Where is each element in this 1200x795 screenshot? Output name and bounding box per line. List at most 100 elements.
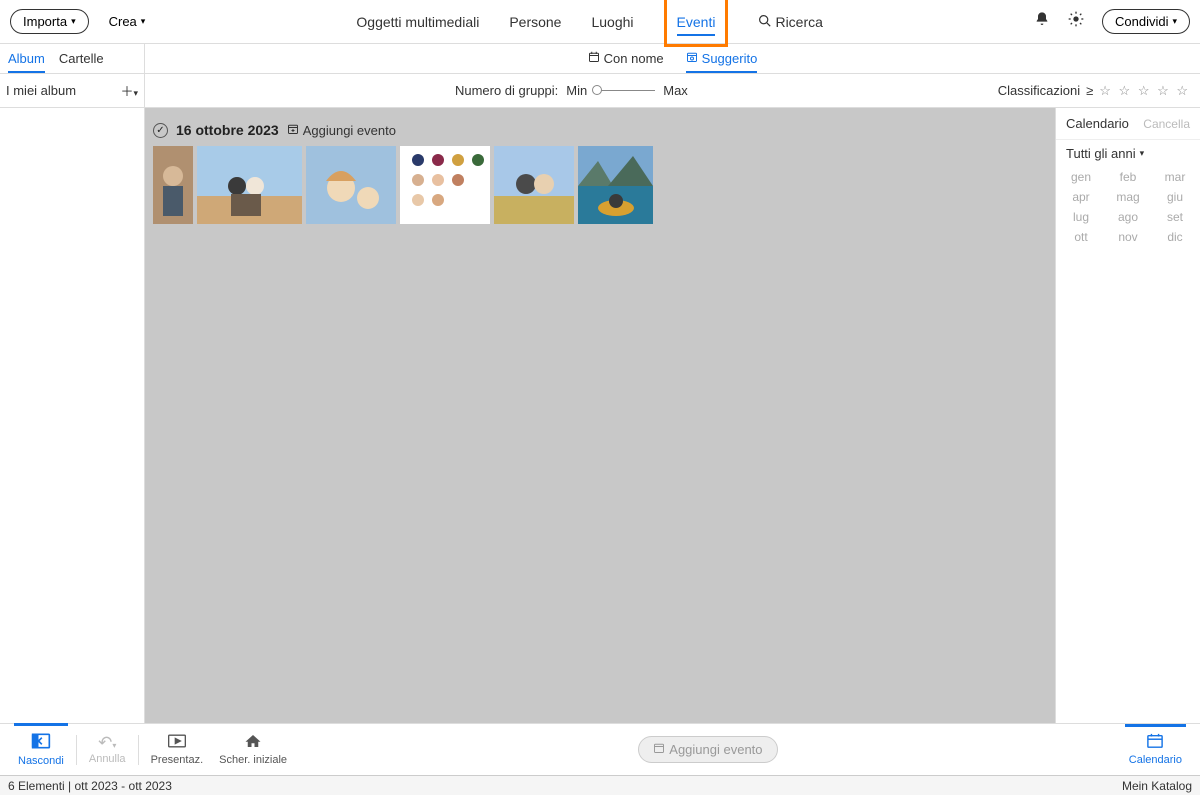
import-label: Importa: [23, 14, 67, 29]
thumbnail[interactable]: [494, 146, 574, 224]
home-label: Scher. iniziale: [219, 754, 287, 766]
month-cell[interactable]: nov: [1113, 230, 1143, 244]
hide-panel-button[interactable]: Nascondi: [10, 732, 72, 767]
slideshow-label: Presentaz.: [151, 754, 204, 766]
calendar-year-label: Tutti gli anni: [1066, 146, 1136, 161]
top-right: Condividi ▾: [1034, 9, 1190, 34]
slideshow-icon: [167, 733, 187, 752]
ratings-label: Classificazioni: [998, 83, 1080, 98]
sidebar-right: Calendario Cancella Tutti gli anni ▾ gen…: [1055, 108, 1200, 723]
tab-album[interactable]: Album: [8, 45, 45, 72]
month-cell[interactable]: ago: [1113, 210, 1143, 224]
undo-icon: ↶▾: [98, 734, 116, 751]
bell-icon[interactable]: [1034, 11, 1050, 32]
calendar-title: Calendario: [1066, 116, 1129, 131]
undo-label: Annulla: [89, 753, 126, 765]
calendar-icon: [588, 51, 600, 66]
divider: [138, 735, 139, 765]
add-event-link[interactable]: Aggiungi evento: [287, 123, 396, 138]
groups-label: Numero di gruppi:: [455, 83, 558, 98]
create-button[interactable]: Crea ▾: [109, 14, 146, 29]
import-button[interactable]: Importa ▾: [10, 9, 89, 34]
rating-stars[interactable]: ☆ ☆ ☆ ☆ ☆: [1099, 83, 1190, 99]
calendar-month-row: apr mag giu: [1066, 187, 1190, 207]
calendar-icon: [1146, 733, 1164, 752]
statusbar: 6 Elementi | ott 2023 - ott 2023 Mein Ka…: [0, 775, 1200, 795]
thumbnail-row: [153, 146, 1047, 224]
bottombar-center: Aggiungi evento: [295, 736, 1121, 763]
max-label: Max: [663, 83, 688, 98]
month-cell[interactable]: apr: [1066, 190, 1096, 204]
event-date: 16 ottobre 2023: [176, 122, 279, 138]
nav-people[interactable]: Persone: [509, 4, 561, 40]
slideshow-button[interactable]: Presentaz.: [143, 733, 212, 766]
my-albums-label: I miei album: [6, 83, 76, 98]
hide-label: Nascondi: [18, 755, 64, 767]
nav-media[interactable]: Oggetti multimediali: [356, 4, 479, 40]
thumbnail[interactable]: [153, 146, 193, 224]
chevron-down-icon: ▾: [1172, 16, 1177, 27]
month-cell[interactable]: mag: [1113, 190, 1143, 204]
thumbnail[interactable]: [197, 146, 302, 224]
month-cell[interactable]: mar: [1160, 170, 1190, 184]
month-cell[interactable]: ott: [1066, 230, 1096, 244]
month-cell[interactable]: feb: [1113, 170, 1143, 184]
create-label: Crea: [109, 14, 137, 29]
add-album-button[interactable]: ＋▾: [120, 81, 138, 100]
nav-places[interactable]: Luoghi: [591, 4, 633, 40]
month-cell[interactable]: giu: [1160, 190, 1190, 204]
month-cell[interactable]: gen: [1066, 170, 1096, 184]
sidebar-left: [0, 108, 145, 723]
search-icon: [758, 14, 771, 30]
calendar-months: gen feb mar apr mag giu lug ago set ott …: [1056, 167, 1200, 257]
subbar-center: Con nome Suggerito: [145, 44, 1200, 73]
add-event-link-label: Aggiungi evento: [303, 123, 396, 138]
event-group: ✓ 16 ottobre 2023 Aggiungi evento: [145, 108, 1055, 238]
search-trigger[interactable]: Ricerca: [758, 14, 822, 30]
calendar-year-select[interactable]: Tutti gli anni ▾: [1056, 140, 1200, 167]
calendar-header: Calendario Cancella: [1056, 108, 1200, 140]
groups-slider[interactable]: [595, 90, 655, 91]
body-row: ✓ 16 ottobre 2023 Aggiungi evento: [0, 108, 1200, 723]
event-head: ✓ 16 ottobre 2023 Aggiungi evento: [153, 122, 1047, 138]
home-button[interactable]: Scher. iniziale: [211, 733, 295, 766]
calendar-month-row: ott nov dic: [1066, 227, 1190, 247]
undo-button[interactable]: ↶▾ Annulla: [81, 734, 134, 765]
month-cell[interactable]: set: [1160, 210, 1190, 224]
gte-label: ≥: [1086, 83, 1093, 98]
brightness-icon[interactable]: [1068, 11, 1084, 32]
search-label: Ricerca: [775, 14, 822, 30]
thumbnail[interactable]: [306, 146, 396, 224]
calendar-month-row: gen feb mar: [1066, 167, 1190, 187]
nav-events[interactable]: Eventi: [677, 4, 716, 40]
toolrow-left: I miei album ＋▾: [0, 74, 145, 107]
tab-suggested[interactable]: Suggerito: [686, 45, 758, 72]
topbar: Importa ▾ Crea ▾ Oggetti multimediali Pe…: [0, 0, 1200, 44]
add-event-button-label: Aggiungi evento: [669, 742, 762, 757]
min-label: Min: [566, 83, 587, 98]
share-label: Condividi: [1115, 14, 1168, 29]
home-icon: [244, 733, 262, 752]
toolrow-right: Classificazioni ≥ ☆ ☆ ☆ ☆ ☆: [998, 74, 1200, 107]
toolrow-center: Numero di gruppi: Min Max: [145, 74, 998, 107]
add-event-button[interactable]: Aggiungi evento: [638, 736, 777, 763]
select-all-check-icon[interactable]: ✓: [153, 123, 168, 138]
month-cell[interactable]: dic: [1160, 230, 1190, 244]
tab-folders[interactable]: Cartelle: [59, 45, 104, 72]
share-button[interactable]: Condividi ▾: [1102, 9, 1190, 34]
calendar-month-row: lug ago set: [1066, 207, 1190, 227]
content-main: ✓ 16 ottobre 2023 Aggiungi evento: [145, 108, 1055, 723]
calendar-panel-button[interactable]: Calendario: [1121, 733, 1190, 766]
calendar-add-icon: [287, 123, 299, 138]
thumbnail[interactable]: [578, 146, 653, 224]
panel-hide-icon: [31, 732, 51, 753]
calendar-suggest-icon: [686, 51, 698, 66]
status-right: Mein Katalog: [1122, 779, 1192, 793]
bottombar: Nascondi ↶▾ Annulla Presentaz. Scher. in…: [0, 723, 1200, 775]
calendar-add-icon: [653, 742, 665, 757]
calendar-clear[interactable]: Cancella: [1143, 117, 1190, 131]
month-cell[interactable]: lug: [1066, 210, 1096, 224]
tab-named[interactable]: Con nome: [588, 45, 664, 72]
thumbnail[interactable]: [400, 146, 490, 224]
chevron-down-icon: ▾: [71, 16, 76, 27]
